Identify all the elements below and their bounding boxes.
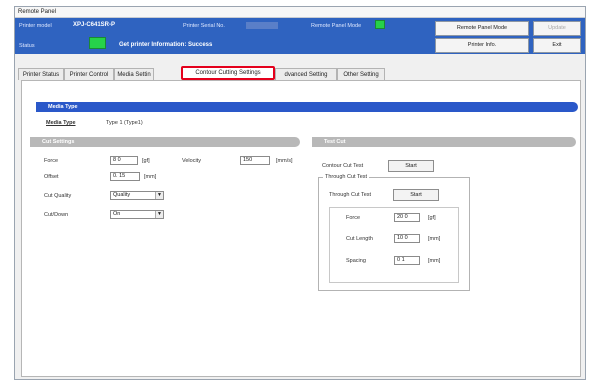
through-force-input[interactable]: 20 0 xyxy=(394,213,420,222)
printer-info-panel: Printer model XPJ-C641SR-P Printer Seria… xyxy=(15,18,585,54)
cut-quality-select[interactable]: Quality ▼ xyxy=(110,191,164,200)
tab-printer-status[interactable]: Printer Status xyxy=(18,68,64,80)
remote-panel-mode-button[interactable]: Remote Panel Mode xyxy=(435,21,529,36)
cut-down-value: On xyxy=(113,211,121,217)
status-label: Status xyxy=(19,43,35,49)
through-cut-parameters: Force 20 0 [gf] Cut Length 10 0 [mm] Spa… xyxy=(329,207,459,283)
cut-length-input[interactable]: 10 0 xyxy=(394,234,420,243)
serial-number-label: Printer Serial No. xyxy=(183,23,225,29)
printer-model-value: XPJ-C641SR-P xyxy=(73,22,116,28)
through-cut-test-group: Through Cut Test Through Cut Test Start … xyxy=(318,174,470,291)
status-indicator xyxy=(89,37,106,49)
through-force-label: Force xyxy=(346,215,361,221)
contour-cut-test-label: Contour Cut Test xyxy=(322,163,364,169)
remote-panel-window: Remote Panel Printer model XPJ-C641SR-P … xyxy=(14,6,586,380)
tab-content-panel: Media Type Media Type Type 1 (Type1) Cut… xyxy=(21,80,581,377)
tab-media-settings[interactable]: Media Settin xyxy=(114,68,154,80)
cut-length-unit: [mm] xyxy=(428,236,441,242)
panel-mode-indicator xyxy=(375,20,385,29)
force-unit: [gf] xyxy=(142,158,150,164)
printer-info-button[interactable]: Printer Info. xyxy=(435,38,529,53)
cut-settings-header: Cut Settings xyxy=(30,137,300,147)
force-label: Force xyxy=(44,158,59,164)
serial-number-value xyxy=(246,22,278,29)
panel-mode-label: Remote Panel Mode xyxy=(311,23,362,29)
through-cut-start-button[interactable]: Start xyxy=(393,189,439,201)
tab-strip: Printer Status Printer Control Media Set… xyxy=(15,65,585,81)
cut-length-label: Cut Length xyxy=(346,236,373,242)
tab-other-setting[interactable]: Other Setting xyxy=(337,68,385,80)
cut-quality-value: Quality xyxy=(113,192,131,198)
force-input[interactable]: 8 0 xyxy=(110,156,138,165)
spacing-unit: [mm] xyxy=(428,258,441,264)
through-cut-group-title: Through Cut Test xyxy=(323,174,370,180)
through-force-unit: [gf] xyxy=(428,215,436,221)
spacing-label: Spacing xyxy=(346,258,366,264)
dropdown-arrow-icon: ▼ xyxy=(155,211,163,218)
exit-button[interactable]: Exit xyxy=(533,38,581,53)
tab-advanced-setting[interactable]: dvanced Setting xyxy=(275,68,337,80)
offset-label: Offset xyxy=(44,174,59,180)
media-type-label: Media Type xyxy=(46,120,76,126)
tab-contour-cutting-settings[interactable]: Contour Cutting Settings xyxy=(181,66,275,80)
spacing-input[interactable]: 0 1 xyxy=(394,256,420,265)
offset-input[interactable]: 0. 15 xyxy=(110,172,140,181)
cut-down-label: Cut/Down xyxy=(44,212,69,218)
test-cut-header: Test Cut xyxy=(312,137,576,147)
media-type-value: Type 1 (Type1) xyxy=(106,120,143,126)
velocity-label: Velocity xyxy=(182,158,201,164)
cut-quality-label: Cut Quality xyxy=(44,193,72,199)
dropdown-arrow-icon: ▼ xyxy=(155,192,163,199)
tab-printer-control[interactable]: Printer Control xyxy=(64,68,114,80)
velocity-unit: [mm/s] xyxy=(276,158,293,164)
offset-unit: [mm] xyxy=(144,174,157,180)
status-message: Get printer Information: Success xyxy=(119,42,213,48)
cut-down-select[interactable]: On ▼ xyxy=(110,210,164,219)
through-cut-test-label: Through Cut Test xyxy=(329,192,372,198)
update-button[interactable]: Update xyxy=(533,21,581,36)
contour-cut-start-button[interactable]: Start xyxy=(388,160,434,172)
velocity-input[interactable]: 150 xyxy=(240,156,270,165)
window-title: Remote Panel xyxy=(15,7,585,18)
printer-model-label: Printer model xyxy=(19,23,52,29)
media-type-header: Media Type xyxy=(36,102,578,112)
